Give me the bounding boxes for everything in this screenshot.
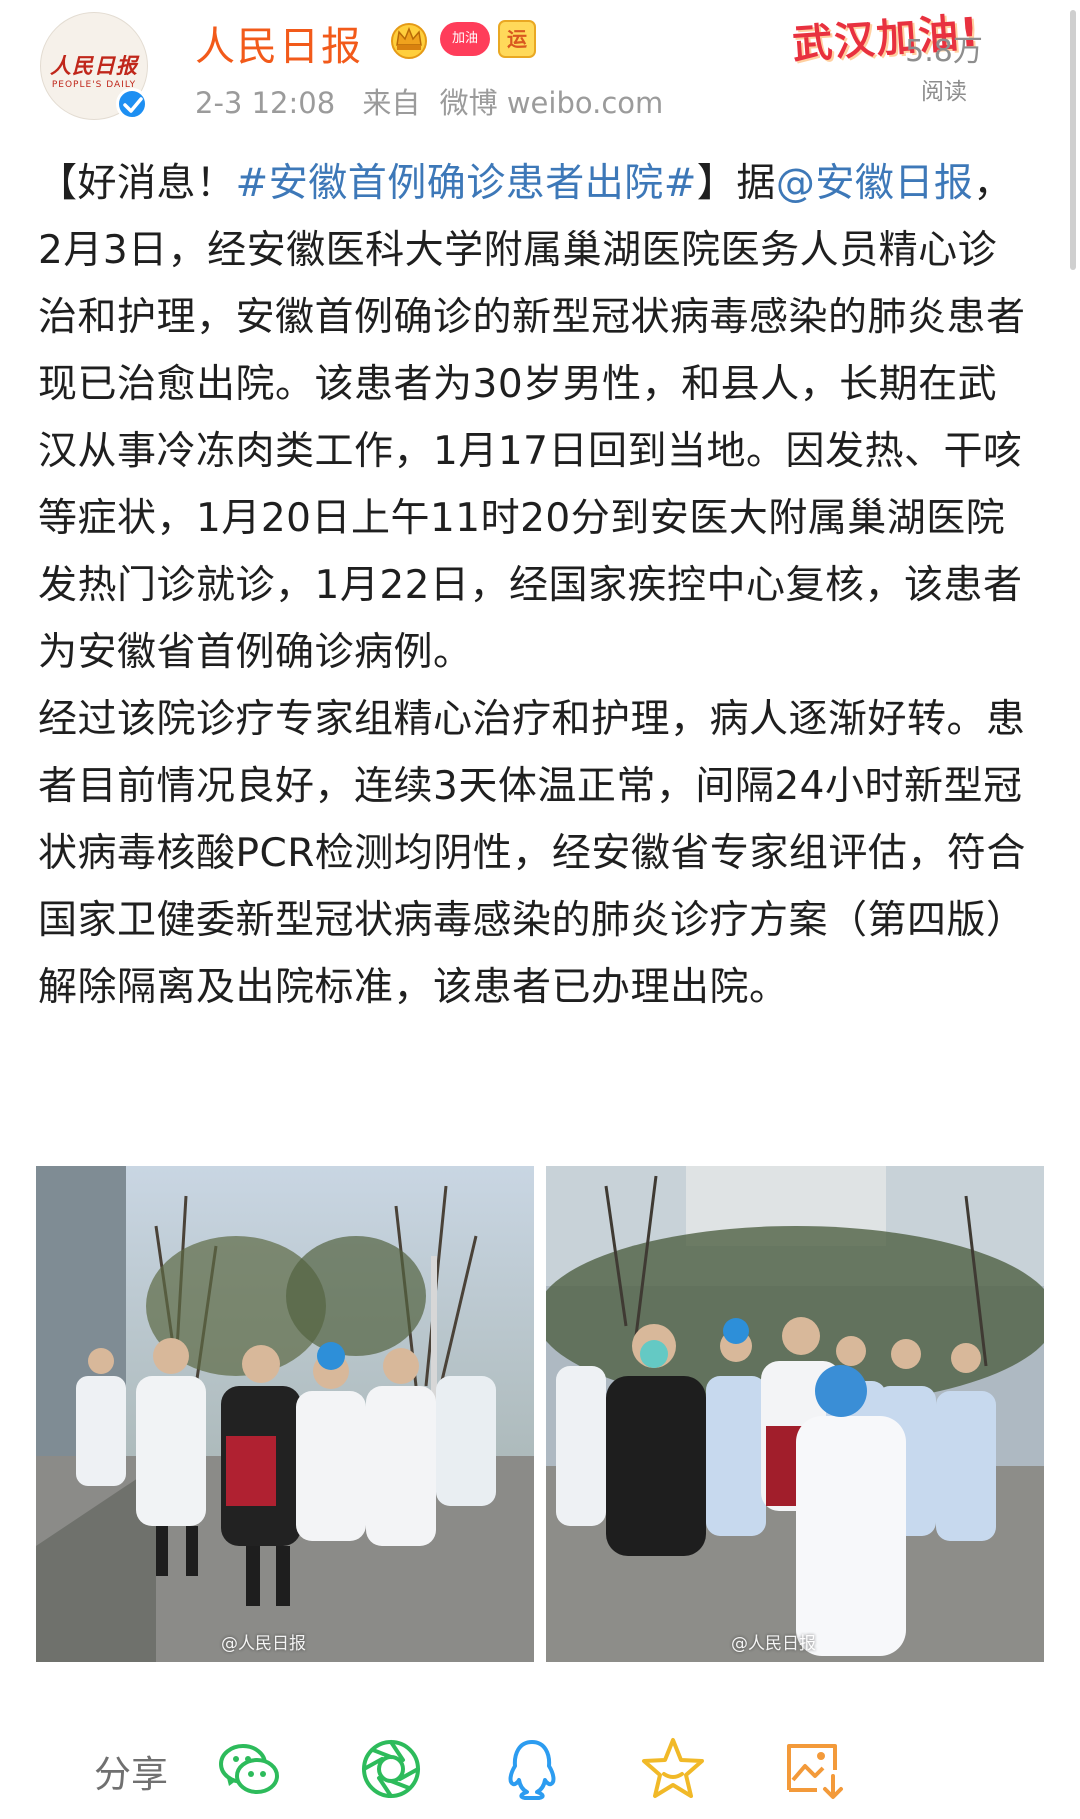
post-header: 人民日报 PEOPLE'S DAILY 人民日报 加油 运 2-3 12:08 … bbox=[0, 0, 1080, 140]
post-meta: 2-3 12:08 来自 微博 weibo.com bbox=[195, 80, 681, 122]
favorite-star-icon[interactable] bbox=[638, 1734, 708, 1804]
save-image-icon[interactable] bbox=[779, 1734, 849, 1804]
photo-1[interactable]: @人民日报 bbox=[36, 1166, 534, 1662]
photo-2[interactable]: @人民日报 bbox=[546, 1166, 1044, 1662]
read-counter: 5.8万 阅读 bbox=[898, 26, 990, 106]
scrollbar[interactable] bbox=[1070, 10, 1076, 270]
moments-icon[interactable] bbox=[356, 1734, 426, 1804]
post-photos: @人民日报 @人民日报 bbox=[36, 1166, 1044, 1662]
post-body: 【好消息！#安徽首例确诊患者出院#】据@安徽日报，2月3日，经安徽医科大学附属巢… bbox=[38, 150, 1036, 1021]
read-label: 阅读 bbox=[921, 79, 967, 105]
text-body: ，2月3日，经安徽医科大学附属巢湖医院医务人员精心诊治和护理，安徽首例确诊的新型… bbox=[38, 161, 1026, 675]
wechat-icon[interactable] bbox=[215, 1734, 285, 1804]
qq-icon[interactable] bbox=[497, 1734, 567, 1804]
share-label: 分享 bbox=[94, 1753, 168, 1796]
share-bar: 分享 bbox=[0, 1718, 1080, 1818]
verified-icon bbox=[116, 88, 148, 120]
post-source-prefix: 来自 bbox=[362, 86, 421, 120]
post-paragraph-2: 经过该院诊疗专家组精心治疗和护理，病人逐渐好转。患者目前情况良好，连续3天体温正… bbox=[38, 697, 1026, 1010]
jiayou-badge[interactable]: 加油 bbox=[440, 22, 490, 56]
mention-link[interactable]: @安徽日报 bbox=[776, 161, 974, 206]
crown-badge-icon[interactable] bbox=[388, 18, 430, 60]
author-name[interactable]: 人民日报 bbox=[195, 14, 363, 72]
author-avatar[interactable]: 人民日报 PEOPLE'S DAILY bbox=[40, 12, 150, 122]
read-count: 5.8万 bbox=[905, 34, 983, 69]
text-prefix: 【好消息！ bbox=[38, 161, 236, 206]
text-mid: 】据 bbox=[696, 161, 776, 206]
post-source[interactable]: 微博 weibo.com bbox=[440, 86, 664, 120]
photo-2-watermark: @人民日报 bbox=[731, 1634, 816, 1654]
photo-1-watermark: @人民日报 bbox=[221, 1634, 306, 1654]
yun-badge[interactable]: 运 bbox=[498, 20, 536, 58]
post-time: 2-3 12:08 bbox=[195, 86, 336, 120]
post-paragraph-1: 【好消息！#安徽首例确诊患者出院#】据@安徽日报，2月3日，经安徽医科大学附属巢… bbox=[38, 150, 1036, 686]
avatar-logo-text: 人民日报 bbox=[50, 53, 138, 78]
hashtag-link[interactable]: #安徽首例确诊患者出院# bbox=[236, 161, 697, 206]
